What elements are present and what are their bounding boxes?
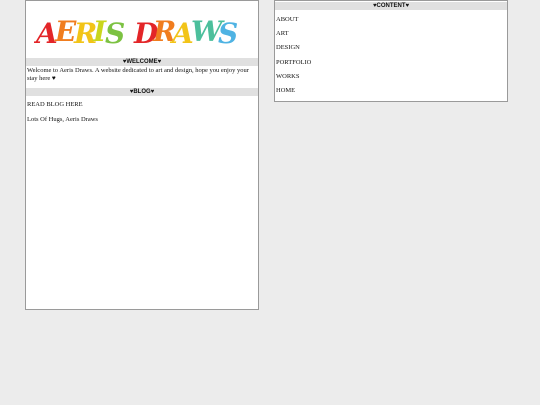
menu-item-art[interactable]: ART xyxy=(276,30,289,38)
menu-item-home[interactable]: HOME xyxy=(276,87,295,95)
blog-signoff: Lots Of Hugs, Aeris Draws xyxy=(27,116,98,123)
menu-item-design[interactable]: DESIGN xyxy=(276,44,300,52)
menu-item-about[interactable]: ABOUT xyxy=(276,16,298,24)
read-blog-link[interactable]: READ BLOG HERE xyxy=(27,101,257,109)
logo-letter: S xyxy=(105,17,125,50)
content-header: ♥CONTENT♥ xyxy=(275,2,507,10)
welcome-text: Welcome to Aeris Draws. A website dedica… xyxy=(27,67,249,82)
main-panel: AERISDRAWS ♥WELCOME♥ Welcome to Aeris Dr… xyxy=(25,0,259,310)
content-panel: ♥CONTENT♥ ABOUT ART DESIGN PORTFOLIO WOR… xyxy=(274,0,508,102)
menu-item-portfolio[interactable]: PORTFOLIO xyxy=(276,59,311,67)
menu-item-works[interactable]: WORKS xyxy=(276,73,299,81)
blog-header: ♥BLOG♥ xyxy=(26,88,258,96)
site-logo[interactable]: AERISDRAWS xyxy=(34,13,250,53)
welcome-header: ♥WELCOME♥ xyxy=(26,58,258,66)
logo-letter: S xyxy=(218,17,238,50)
